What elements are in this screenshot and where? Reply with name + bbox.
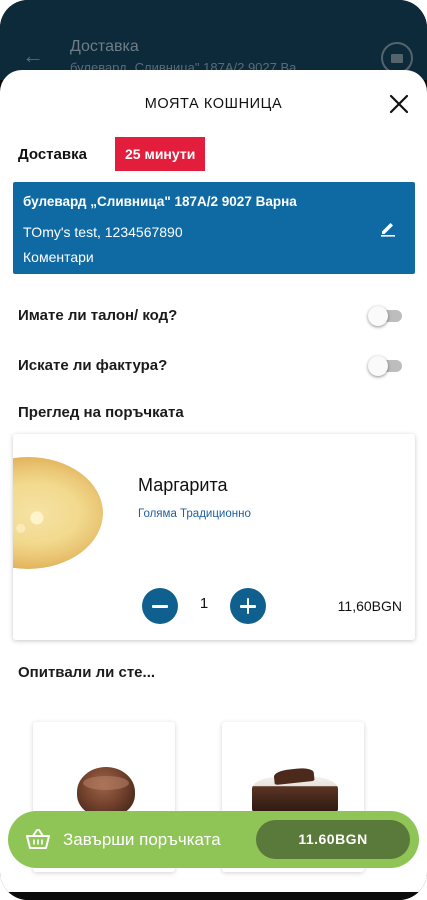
bottom-bar [0, 892, 427, 900]
address-user: TOmy's test, 1234567890 [23, 224, 183, 240]
address-comment[interactable]: Коментари [23, 249, 94, 265]
delivery-time-badge: 25 минути [115, 137, 206, 171]
invoice-row: Искате ли фактура? [18, 354, 410, 378]
quantity-value: 1 [199, 595, 209, 612]
cart-item-card: Маргарита Голяма Традиционно 1 11,60BGN [13, 434, 415, 640]
back-arrow-icon: ← [22, 43, 44, 68]
item-price: 11,60BGN [337, 598, 402, 614]
order-review-title: Преглед на поръчката [18, 404, 184, 421]
cart-sheet: МОЯТА КОШНИЦА Доставка 25 минути булевар… [0, 70, 427, 892]
close-icon[interactable] [387, 92, 411, 116]
background-title: Доставка [70, 38, 139, 55]
suggestion-image [77, 767, 135, 817]
suggestions-title: Опитвали ли сте... [18, 664, 156, 681]
checkout-label: Завърши поръчката [63, 830, 221, 849]
minus-icon[interactable] [142, 588, 178, 624]
invoice-toggle[interactable] [368, 356, 402, 376]
total-pill: 11.60BGN [256, 820, 410, 859]
phone-frame: ← Доставка булевард „Сливница" 187А/2 90… [0, 0, 427, 900]
checkout-button[interactable]: Завърши поръчката 11.60BGN [8, 811, 419, 868]
voucher-toggle[interactable] [368, 306, 402, 326]
item-name: Маргарита [138, 475, 228, 495]
invoice-label: Искате ли фактура? [18, 357, 168, 374]
sheet-title: МОЯТА КОШНИЦА [144, 96, 283, 112]
voucher-row: Имате ли талон/ код? [18, 304, 410, 328]
address-card[interactable]: булевард „Сливница" 187А/2 9027 Варна TO… [13, 182, 415, 274]
pizza-image [13, 457, 103, 569]
delivery-row: Доставка 25 минути [18, 137, 206, 171]
voucher-label: Имате ли талон/ код? [18, 307, 178, 324]
basket-icon [26, 829, 50, 849]
voucher-toggle-knob [368, 306, 388, 326]
plus-icon[interactable] [230, 588, 266, 624]
edit-icon[interactable] [379, 219, 397, 237]
item-description: Голяма Традиционно [138, 508, 251, 520]
delivery-label: Доставка [18, 145, 87, 163]
address-line: булевард „Сливница" 187А/2 9027 Варна [23, 194, 297, 209]
invoice-toggle-knob [368, 356, 388, 376]
